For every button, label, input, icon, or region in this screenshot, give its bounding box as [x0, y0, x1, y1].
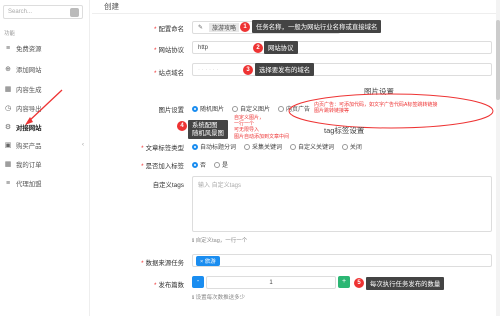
- domain-select[interactable]: · · · · · ·: [192, 63, 492, 76]
- divider: [92, 13, 500, 14]
- sidebar: Search... 功能 ≡ 免费资源 ⊕ 添加网站 ▦ 内容生成 ◷ 内容导出 ⚙ 对接…: [0, 0, 90, 316]
- list-icon: ≡: [5, 44, 11, 52]
- sidebar-item-agent[interactable]: ≡ 代理加盟: [0, 175, 90, 191]
- image-option-custom[interactable]: 自定义图片: [231, 104, 270, 113]
- article-option-collect[interactable]: 采集关键词: [243, 142, 282, 151]
- annotation-callout-5: 每次执行任务发布的数量: [366, 277, 445, 290]
- source-task-label: * 数据来源任务: [141, 260, 184, 267]
- article-option-custom[interactable]: 自定义关键词: [289, 142, 334, 151]
- image-setting-label: 图片设置: [158, 107, 184, 114]
- protocol-label: * 网站协议: [153, 47, 184, 54]
- annotation-number-1: 1: [240, 22, 250, 32]
- list-icon: ≡: [5, 179, 11, 187]
- annotation-number-2: 2: [253, 43, 263, 53]
- custom-tags-hint: ℹ 自定义tag，一行一个: [192, 238, 248, 244]
- count-label: * 发布篇数: [153, 282, 184, 289]
- annotation-callout-3: 选择要发布的域名: [255, 63, 315, 76]
- main-panel: 创建 * 配置命名 ✎ 旅游攻略 1 任务名称，一般为网站行业名称或直接域名 * 网…: [92, 0, 500, 316]
- count-field[interactable]: 1: [206, 276, 336, 289]
- custom-tags-textarea[interactable]: 输入 自定义tags: [192, 176, 492, 232]
- add-tag-options: 否 是: [192, 160, 234, 170]
- ad-note: 内页广告：可添加代码，如文字广告代码A标签跳转链接 图片跳转链接等: [314, 102, 438, 115]
- plus-button[interactable]: +: [338, 276, 350, 288]
- annotation-number-3: 3: [243, 65, 253, 75]
- sidebar-item-my-orders[interactable]: ▦ 我的订单: [0, 156, 90, 172]
- sidebar-heading: 功能: [4, 31, 16, 37]
- annotation-arrow-icon: [25, 89, 63, 125]
- sidebar-item-buy-product[interactable]: ▣ 购买产品 ‹: [0, 137, 90, 153]
- sidebar-search-input[interactable]: Search...: [3, 5, 83, 19]
- custom-tags-label: 自定义tags: [152, 182, 184, 189]
- annotation-callout-2: 网站协议: [264, 41, 298, 54]
- search-placeholder: Search...: [8, 9, 33, 15]
- scrollbar[interactable]: [496, 0, 500, 316]
- cart-icon: ▣: [4, 142, 12, 149]
- page-title: 创建: [104, 2, 119, 11]
- custom-image-note: 自定义图片， 一行一个 可无限导入 图片自动添加到文章中间: [234, 115, 290, 140]
- minus-button[interactable]: -: [192, 276, 204, 288]
- article-option-off[interactable]: 关闭: [341, 142, 362, 151]
- article-tag-type-label: * 文章标签类型: [141, 145, 184, 152]
- protocol-select[interactable]: http: [192, 41, 492, 54]
- image-option-random[interactable]: 随机图片: [192, 104, 224, 113]
- config-name-label: * 配置命名: [153, 26, 184, 33]
- add-tag-yes[interactable]: 是: [213, 160, 228, 169]
- article-tag-options: 自动标题分词 采集关键词 自定义关键词 关闭: [192, 142, 368, 152]
- chevron-left-icon: ‹: [82, 142, 84, 148]
- add-tag-no[interactable]: 否: [192, 160, 206, 169]
- count-hint: ℹ 设置每次数推送多少: [192, 295, 246, 301]
- annotation-callout-1: 任务名称，一般为网站行业名称或直接域名: [252, 20, 382, 33]
- section-tag-title: tag标签设置: [324, 126, 365, 135]
- article-option-auto[interactable]: 自动标题分词: [192, 142, 236, 151]
- edit-icon: ✎: [198, 25, 204, 31]
- annotation-number-4: 4: [177, 121, 187, 131]
- grid-icon: ▦: [4, 161, 12, 168]
- add-circle-icon: ⊕: [5, 66, 11, 73]
- source-task-tag[interactable]: × 旅游: [196, 256, 220, 266]
- sidebar-item-free-resources[interactable]: ≡ 免费资源: [0, 40, 90, 56]
- add-tag-label: * 是否加入标签: [141, 163, 184, 170]
- sidebar-item-add-site[interactable]: ⊕ 添加网站: [0, 61, 90, 77]
- source-task-select[interactable]: [192, 254, 492, 267]
- domain-label: * 站点域名: [153, 70, 184, 77]
- annotation-number-5: 5: [354, 278, 364, 288]
- annotation-callout-4: 系统配图 随机风景图: [188, 120, 228, 139]
- search-icon[interactable]: [70, 8, 79, 17]
